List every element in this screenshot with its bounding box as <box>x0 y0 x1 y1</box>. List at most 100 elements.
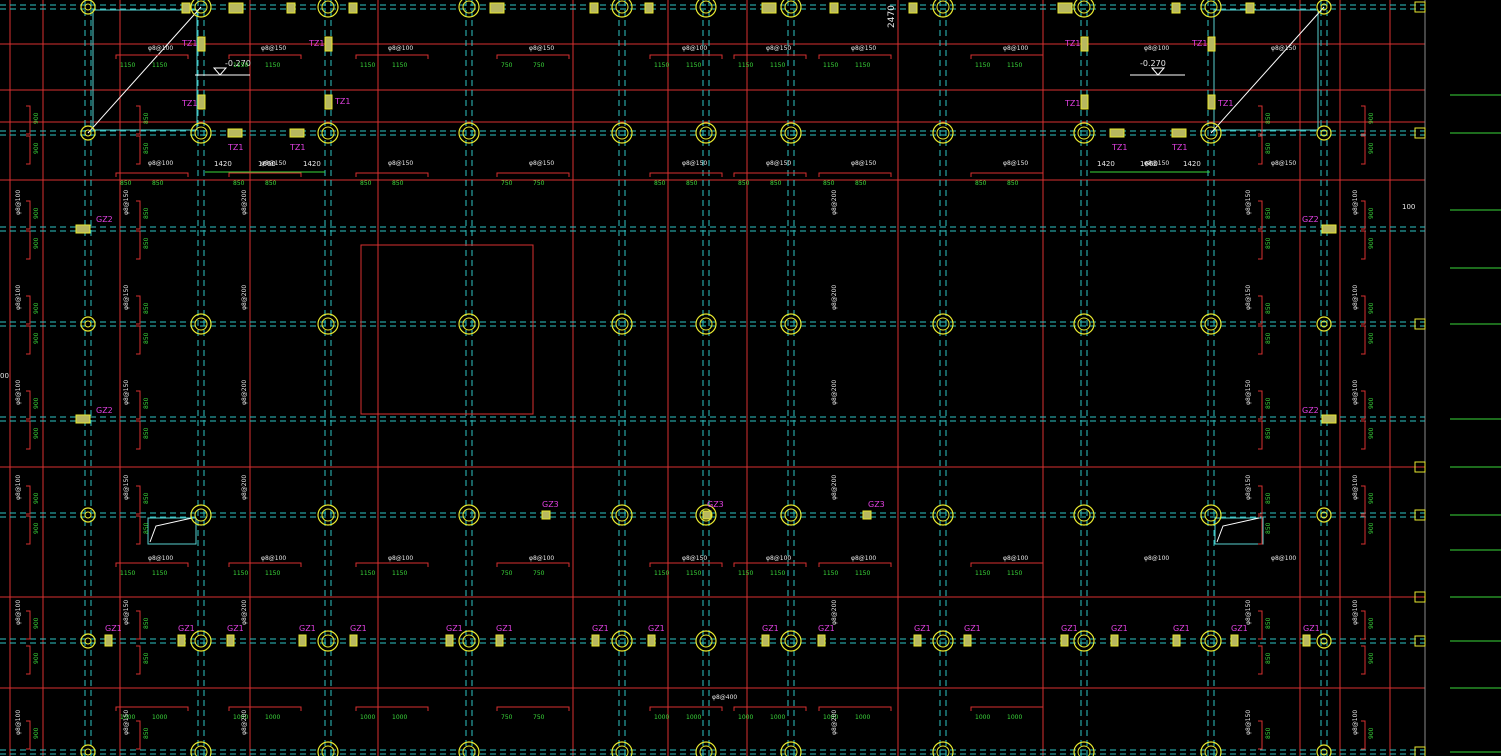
column-tag-gz2-a: GZ2 <box>96 215 113 224</box>
column-tag-gz1-0: GZ1 <box>105 624 122 633</box>
top-edge-column-5 <box>589 2 599 14</box>
side-dim-0-6: 900 <box>33 397 40 409</box>
column-tag-gz1-10: GZ1 <box>818 624 835 633</box>
small-column-gz3-b <box>702 510 712 520</box>
side-dim-2-12: 850 <box>143 727 150 739</box>
top-dim-right-3: 1420 <box>1183 160 1201 168</box>
vertical-rebar-4-3: φ8@100 <box>15 475 22 500</box>
column-tag-tz1-g: TZ1 <box>1064 39 1080 48</box>
rebar-label-2-9: φ8@100 <box>1271 555 1296 562</box>
span-label-3-5-b: 1000 <box>770 714 785 721</box>
vertical-rebar-5-2: φ8@100 <box>1352 380 1359 405</box>
column-tag-gz1-8: GZ1 <box>648 624 665 633</box>
span-label-1-0-b: 850 <box>152 180 164 187</box>
span-label-2-0-a: 1150 <box>120 570 135 577</box>
span-label-1-3-b: 750 <box>533 180 545 187</box>
side-dim-0-4: 900 <box>33 302 40 314</box>
span-label-3-1-b: 1000 <box>265 714 280 721</box>
span-label-0-6-b: 1150 <box>855 62 870 69</box>
small-column-gz1-9 <box>761 634 770 647</box>
small-column-gz1-11 <box>913 634 922 647</box>
span-label-1-5-b: 850 <box>770 180 782 187</box>
column-tag-tz1-k: TZ1 <box>1111 143 1127 152</box>
side-dim-2-6: 850 <box>143 397 150 409</box>
right-mark-label: 100 <box>1402 203 1415 211</box>
side-dim-3-1: 850 <box>1265 142 1272 154</box>
column-tag-gz1-9: GZ1 <box>762 624 779 633</box>
vertical-rebar-1-1: φ8@200 <box>831 285 838 310</box>
top-edge-column-3 <box>348 2 358 14</box>
side-dim-1-0: 900 <box>1368 112 1375 124</box>
vertical-rebar-0-4: φ8@200 <box>241 600 248 625</box>
span-label-2-2-a: 1150 <box>360 570 375 577</box>
side-dim-0-1: 900 <box>33 142 40 154</box>
side-dim-3-5: 850 <box>1265 332 1272 344</box>
top-edge-column-1 <box>228 2 244 14</box>
span-label-0-5-a: 1150 <box>738 62 753 69</box>
column-tag-gz1-3: GZ1 <box>299 624 316 633</box>
span-label-2-5-a: 1150 <box>738 570 753 577</box>
top-edge-column-0 <box>181 2 191 14</box>
small-column-gz2-d <box>1321 414 1337 424</box>
side-dim-0-0: 900 <box>33 112 40 124</box>
top-edge-column-12 <box>1245 2 1255 14</box>
column-tag-tz1-a: TZ1 <box>181 39 197 48</box>
small-column-tz1-f <box>289 128 305 138</box>
rebar-label-2-3: φ8@100 <box>529 555 554 562</box>
span-label-1-7-b: 850 <box>1007 180 1019 187</box>
elevation-right: -0.270 <box>1140 59 1166 68</box>
small-column-gz1-3 <box>298 634 307 647</box>
vertical-rebar-1-2: φ8@200 <box>831 380 838 405</box>
rebar-label-2-7: φ8@100 <box>1003 555 1028 562</box>
column-tag-gz1-7: GZ1 <box>592 624 609 633</box>
rebar-label-0-8: φ8@100 <box>1144 45 1169 52</box>
small-column-tz1-d <box>324 94 333 110</box>
rebar-label-1-4: φ8@150 <box>682 160 707 167</box>
span-label-0-0-a: 1150 <box>120 62 135 69</box>
span-label-1-5-a: 850 <box>738 180 750 187</box>
side-dim-1-4: 900 <box>1368 302 1375 314</box>
vertical-rebar-1-5: φ8@200 <box>831 710 838 735</box>
side-dim-0-5: 900 <box>33 332 40 344</box>
span-label-0-4-a: 1150 <box>654 62 669 69</box>
column-tag-gz1-6: GZ1 <box>496 624 513 633</box>
vertical-rebar-0-5: φ8@200 <box>241 710 248 735</box>
span-label-0-2-a: 1150 <box>360 62 375 69</box>
left-mark-label: 00 <box>0 372 9 380</box>
side-dim-1-3: 900 <box>1368 237 1375 249</box>
column-tag-tz1-c: TZ1 <box>181 99 197 108</box>
side-dim-0-10: 900 <box>33 617 40 629</box>
span-label-3-2-b: 1000 <box>392 714 407 721</box>
span-label-1-2-b: 850 <box>392 180 404 187</box>
small-column-tz1-j <box>1207 94 1216 110</box>
side-dim-2-4: 850 <box>143 302 150 314</box>
vertical-rebar-2-2: φ8@150 <box>123 380 130 405</box>
small-column-gz2-b <box>75 414 91 424</box>
side-dim-2-3: 850 <box>143 237 150 249</box>
span-label-2-5-b: 1150 <box>770 570 785 577</box>
vertical-rebar-2-4: φ8@150 <box>123 600 130 625</box>
side-dim-3-4: 850 <box>1265 302 1272 314</box>
span-label-1-0-a: 850 <box>120 180 132 187</box>
top-edge-column-4 <box>489 2 505 14</box>
small-column-tz1-g <box>1080 36 1089 52</box>
span-label-1-1-a: 850 <box>233 180 245 187</box>
vertical-rebar-5-3: φ8@100 <box>1352 475 1359 500</box>
span-label-1-1-b: 850 <box>265 180 277 187</box>
span-label-3-0-b: 1000 <box>152 714 167 721</box>
rebar-label-1-2: φ8@150 <box>388 160 413 167</box>
vertical-rebar-3-1: φ8@150 <box>1245 285 1252 310</box>
side-dim-3-2: 850 <box>1265 207 1272 219</box>
small-column-tz1-l <box>1171 128 1187 138</box>
span-label-3-3-b: 750 <box>533 714 545 721</box>
span-label-2-2-b: 1150 <box>392 570 407 577</box>
vertical-rebar-5-5: φ8@100 <box>1352 710 1359 735</box>
rebar-label-1-9: φ8@150 <box>1271 160 1296 167</box>
span-label-2-7-b: 1150 <box>1007 570 1022 577</box>
small-column-gz1-12 <box>963 634 972 647</box>
column-tag-tz1-h: TZ1 <box>1191 39 1207 48</box>
vertical-rebar-1-4: φ8@200 <box>831 600 838 625</box>
vertical-rebar-3-0: φ8@150 <box>1245 190 1252 215</box>
span-label-0-2-b: 1150 <box>392 62 407 69</box>
column-tag-gz2-c: GZ2 <box>1302 215 1319 224</box>
